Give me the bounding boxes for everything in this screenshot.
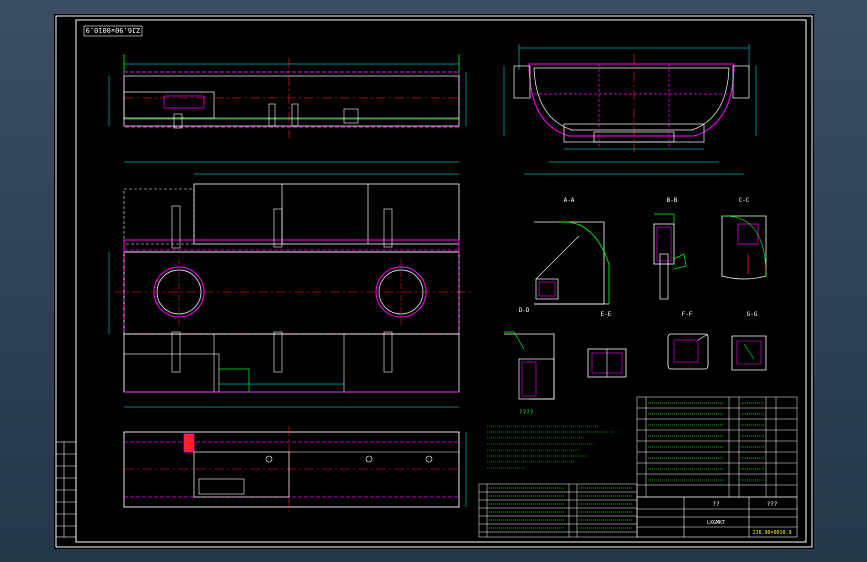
section-g: G-G bbox=[731, 311, 767, 371]
title-block-drawing-name: ?? bbox=[712, 501, 720, 508]
section-b-label: B-B bbox=[667, 197, 678, 204]
section-a: A-A bbox=[534, 197, 610, 305]
inner-border bbox=[75, 19, 807, 543]
end-view bbox=[503, 44, 757, 175]
top-view bbox=[108, 54, 467, 138]
parts-list-lower bbox=[478, 483, 638, 538]
section-c-label: C-C bbox=[739, 197, 750, 204]
section-g-label: G-G bbox=[747, 311, 758, 318]
technical-notes: ???? bbox=[487, 409, 614, 469]
title-block-code: ZJ6.90×0010.9 bbox=[752, 530, 791, 536]
section-d-label: D-D bbox=[519, 307, 530, 314]
cad-viewport[interactable]: ZJ6.90×0010.9 A-A B-B C-C D-D E-E F-F G-… bbox=[0, 0, 867, 562]
section-b: B-B bbox=[653, 197, 687, 300]
tech-notes-heading: ???? bbox=[519, 409, 534, 416]
front-view bbox=[108, 161, 474, 408]
revision-table bbox=[55, 441, 77, 538]
section-d: D-D bbox=[504, 307, 555, 400]
title-block-question: ??? bbox=[767, 501, 778, 508]
section-e: E-E bbox=[587, 311, 627, 378]
section-e-label: E-E bbox=[601, 311, 612, 318]
section-f: F-F bbox=[667, 311, 709, 370]
drawing-sheet: ZJ6.90×0010.9 A-A B-B C-C D-D E-E F-F G-… bbox=[54, 14, 814, 549]
cad-drawing: ZJ6.90×0010.9 A-A B-B C-C D-D E-E F-F G-… bbox=[55, 15, 813, 548]
parts-list-text bbox=[648, 402, 764, 481]
section-a-label: A-A bbox=[564, 197, 575, 204]
section-f-label: F-F bbox=[682, 311, 693, 318]
bottom-view bbox=[123, 426, 467, 512]
section-c: C-C bbox=[721, 197, 767, 280]
drawing-code-label: ZJ6.90×0010.9 bbox=[86, 26, 141, 34]
title-block-name: LXGMKT bbox=[707, 520, 725, 526]
